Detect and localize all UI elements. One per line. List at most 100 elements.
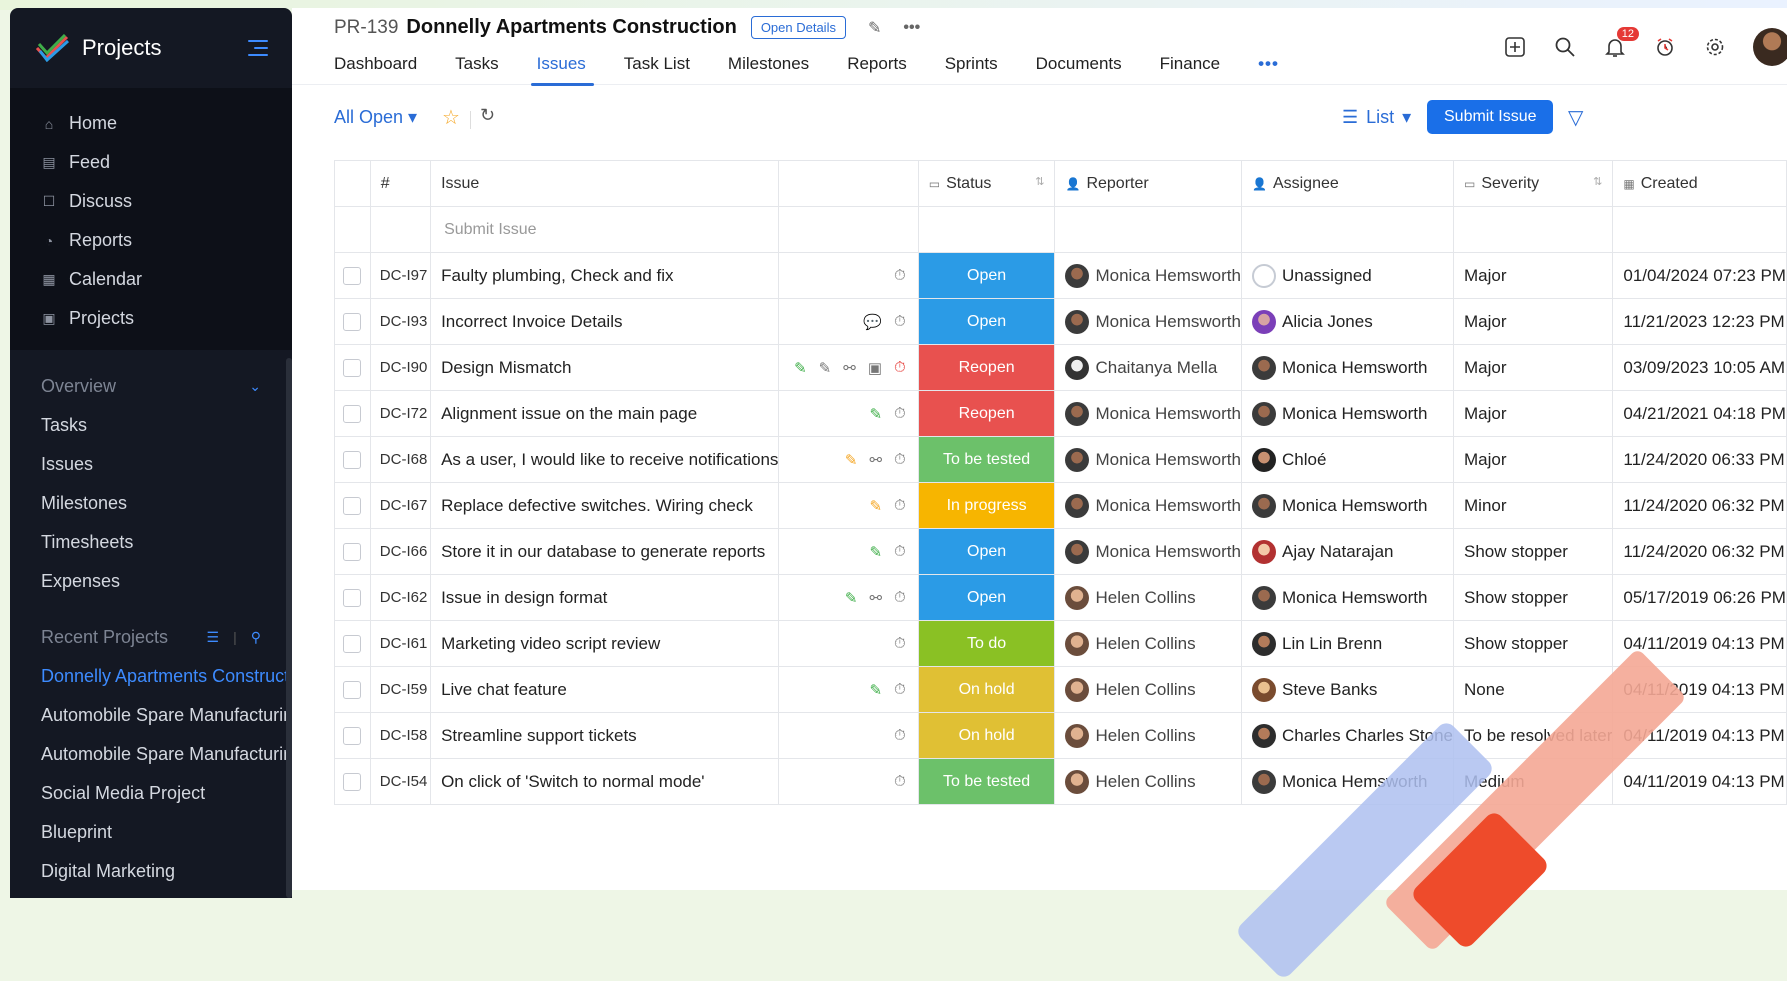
user-avatar[interactable] bbox=[1753, 28, 1787, 66]
timer-icon[interactable]: ⏱ bbox=[894, 727, 906, 744]
severity-cell[interactable]: Major bbox=[1453, 252, 1614, 299]
attachment-icon[interactable]: ✎ bbox=[869, 405, 882, 423]
assignee-cell[interactable]: Chloé bbox=[1241, 436, 1455, 483]
tab-milestones[interactable]: Milestones bbox=[728, 54, 809, 84]
row-checkbox[interactable] bbox=[343, 312, 362, 331]
recent-project-item[interactable]: Automobile Spare Manufacturing bbox=[10, 696, 292, 735]
attachment-icon[interactable]: ✎ bbox=[869, 497, 882, 515]
reporter-cell[interactable]: Chaitanya Mella bbox=[1054, 344, 1242, 391]
row-select-cell[interactable] bbox=[334, 758, 371, 805]
tab-task-list[interactable]: Task List bbox=[624, 54, 690, 84]
tab-more[interactable]: ••• bbox=[1258, 54, 1279, 84]
issue-title[interactable]: Incorrect Invoice Details bbox=[430, 298, 780, 345]
reporter-cell[interactable]: Helen Collins bbox=[1054, 758, 1242, 805]
submit-issue-button[interactable]: Submit Issue bbox=[1427, 100, 1554, 134]
row-checkbox[interactable] bbox=[343, 450, 362, 469]
assignee-cell[interactable]: Lin Lin Brenn bbox=[1241, 620, 1455, 667]
timer-icon[interactable]: ⏱ bbox=[894, 313, 906, 330]
severity-cell[interactable]: Major bbox=[1453, 298, 1614, 345]
column-header-issue[interactable]: Issue bbox=[430, 161, 780, 207]
search-icon[interactable]: ⚲ bbox=[251, 629, 261, 646]
tab-dashboard[interactable]: Dashboard bbox=[334, 54, 417, 84]
severity-cell[interactable]: Show stopper bbox=[1453, 574, 1614, 621]
reporter-cell[interactable]: Helen Collins bbox=[1054, 712, 1242, 759]
row-select-cell[interactable] bbox=[334, 436, 371, 483]
issue-id[interactable]: DC-I90 bbox=[370, 344, 432, 391]
issue-title[interactable]: Marketing video script review bbox=[430, 620, 780, 667]
reporter-cell[interactable]: Monica Hemsworth bbox=[1054, 298, 1242, 345]
assignee-cell[interactable]: Steve Banks bbox=[1241, 666, 1455, 713]
menu-toggle-icon[interactable] bbox=[248, 40, 268, 56]
issue-id[interactable]: DC-I62 bbox=[370, 574, 432, 621]
row-checkbox[interactable] bbox=[343, 588, 362, 607]
row-checkbox[interactable] bbox=[343, 496, 362, 515]
assignee-cell[interactable]: Monica Hemsworth bbox=[1241, 482, 1455, 529]
row-select-cell[interactable] bbox=[334, 712, 371, 759]
add-icon[interactable] bbox=[1503, 35, 1527, 59]
status-badge[interactable]: Open bbox=[918, 528, 1056, 575]
column-header-reporter[interactable]: 👤 Reporter bbox=[1054, 161, 1242, 207]
issue-id[interactable]: DC-I67 bbox=[370, 482, 432, 529]
issue-id[interactable]: DC-I59 bbox=[370, 666, 432, 713]
status-badge[interactable]: Reopen bbox=[918, 390, 1056, 437]
status-badge[interactable]: Open bbox=[918, 252, 1056, 299]
row-select-cell[interactable] bbox=[334, 528, 371, 575]
reporter-cell[interactable]: Monica Hemsworth bbox=[1054, 482, 1242, 529]
row-checkbox[interactable] bbox=[343, 266, 362, 285]
settings-gear-icon[interactable] bbox=[1703, 35, 1727, 59]
assignee-cell[interactable]: Alicia Jones bbox=[1241, 298, 1455, 345]
timer-icon[interactable]: ⏱ bbox=[894, 773, 906, 790]
status-badge[interactable]: To be tested bbox=[918, 758, 1056, 805]
comment-icon[interactable]: 💬 bbox=[863, 313, 882, 331]
tab-finance[interactable]: Finance bbox=[1160, 54, 1220, 84]
table-row[interactable]: DC-I90 Design Mismatch ✎ ✎ ⚯ ▣ ⏱ Reopen Chaitany… bbox=[334, 344, 1787, 391]
tab-reports[interactable]: Reports bbox=[847, 54, 907, 84]
link-icon[interactable]: ⚯ bbox=[869, 589, 882, 607]
sidebar-item-projects[interactable]: ▣ Projects bbox=[10, 299, 292, 338]
issue-id[interactable]: DC-I72 bbox=[370, 390, 432, 437]
issue-id[interactable]: DC-I61 bbox=[370, 620, 432, 667]
timer-icon[interactable]: ⏱ bbox=[894, 681, 906, 698]
issue-title[interactable]: As a user, I would like to receive notif… bbox=[430, 436, 780, 483]
tab-documents[interactable]: Documents bbox=[1036, 54, 1122, 84]
filter-icon[interactable]: ▽ bbox=[1568, 105, 1583, 130]
assignee-cell[interactable]: Monica Hemsworth bbox=[1241, 574, 1455, 621]
table-row[interactable]: DC-I72 Alignment issue on the main page ✎ ⏱… bbox=[334, 390, 1787, 437]
row-checkbox[interactable] bbox=[343, 680, 362, 699]
timer-icon[interactable]: ⏱ bbox=[894, 497, 906, 514]
issue-title[interactable]: Issue in design format bbox=[430, 574, 780, 621]
issue-id[interactable]: DC-I93 bbox=[370, 298, 432, 345]
reporter-cell[interactable]: Monica Hemsworth bbox=[1054, 390, 1242, 437]
row-checkbox[interactable] bbox=[343, 772, 362, 791]
row-select-cell[interactable] bbox=[334, 252, 371, 299]
search-icon[interactable] bbox=[1553, 35, 1577, 59]
submit-issue-input[interactable]: Submit Issue bbox=[430, 206, 780, 253]
timer-icon[interactable]: ⏱ bbox=[894, 359, 906, 376]
issue-title[interactable]: Replace defective switches. Wiring check bbox=[430, 482, 780, 529]
overview-item-expenses[interactable]: Expenses bbox=[10, 562, 292, 601]
pin-icon[interactable]: ✎ bbox=[819, 359, 832, 377]
status-badge[interactable]: To do bbox=[918, 620, 1056, 667]
recent-project-item[interactable]: Digital Marketing bbox=[10, 852, 292, 891]
view-filter-dropdown[interactable]: All Open ▾ bbox=[334, 107, 417, 128]
tab-issues[interactable]: Issues bbox=[530, 54, 594, 86]
table-row[interactable]: DC-I66 Store it in our database to genera… bbox=[334, 528, 1787, 575]
status-badge[interactable]: On hold bbox=[918, 666, 1056, 713]
overview-item-tasks[interactable]: Tasks bbox=[10, 406, 292, 445]
status-badge[interactable]: Open bbox=[918, 574, 1056, 621]
tab-sprints[interactable]: Sprints bbox=[945, 54, 998, 84]
attachment-icon[interactable]: ✎ bbox=[869, 543, 882, 561]
recent-project-item[interactable]: Donnelly Apartments Construction bbox=[10, 657, 292, 696]
column-header-created[interactable]: ▦ Created bbox=[1612, 161, 1787, 207]
chevron-down-icon[interactable]: ⌄ bbox=[249, 378, 261, 395]
row-select-cell[interactable] bbox=[334, 574, 371, 621]
row-checkbox[interactable] bbox=[343, 542, 362, 561]
status-badge[interactable]: To be tested bbox=[918, 436, 1056, 483]
assignee-cell[interactable]: Unassigned bbox=[1241, 252, 1455, 299]
view-mode-dropdown[interactable]: ☰ List ▾ bbox=[1342, 107, 1411, 128]
status-badge[interactable]: Reopen bbox=[918, 344, 1056, 391]
issue-title[interactable]: Streamline support tickets bbox=[430, 712, 780, 759]
reporter-cell[interactable]: Helen Collins bbox=[1054, 666, 1242, 713]
notifications-bell-icon[interactable]: 12 bbox=[1603, 27, 1639, 59]
row-select-cell[interactable] bbox=[334, 344, 371, 391]
